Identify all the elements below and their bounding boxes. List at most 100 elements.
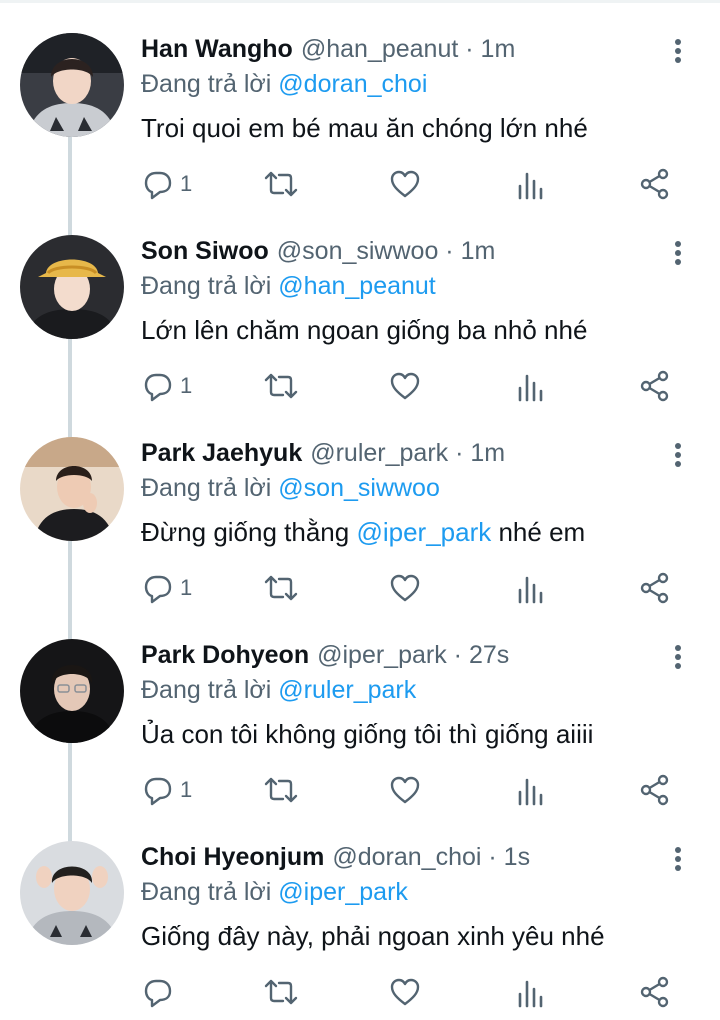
mention-link[interactable]: @son_siwwoo (278, 474, 440, 502)
like-button[interactable] (389, 772, 421, 808)
avatar[interactable] (20, 33, 124, 137)
reply-count: 1 (180, 575, 193, 600)
reply-icon (144, 979, 172, 1008)
reply-button[interactable]: 1 (142, 570, 192, 606)
display-name[interactable]: Park Dohyeon @iper_park · 27s (141, 641, 509, 670)
more-icon[interactable] (664, 37, 692, 65)
reply-icon (144, 575, 172, 604)
avatar[interactable] (20, 639, 124, 743)
display-name[interactable]: Choi Hyeonjum @doran_choi · 1s (141, 843, 530, 872)
more-icon[interactable] (664, 239, 692, 267)
handle-time: @son_siwwoo · 1m (276, 237, 496, 265)
share-icon (640, 370, 669, 402)
retweet-icon (264, 171, 298, 197)
replying-to: Đang trả lời @doran_choi (141, 70, 428, 98)
tweet[interactable]: Son Siwoo @son_siwwoo · 1m Đang trả lời @… (0, 202, 720, 404)
reply-icon (144, 171, 172, 200)
reply-count: 1 (180, 171, 193, 196)
share-icon (640, 168, 669, 200)
like-button[interactable] (389, 974, 421, 1010)
action-bar: 1 (0, 772, 720, 808)
avatar[interactable] (20, 235, 124, 339)
mention-link[interactable]: @iper_park (278, 878, 408, 906)
retweet-button[interactable] (263, 368, 299, 404)
action-bar: 1 (0, 166, 720, 202)
tweet-text: Ủa con tôi không giống tôi thì giống aii… (141, 719, 594, 749)
views-icon (518, 172, 543, 200)
reply-count: 1 (180, 373, 193, 398)
tweet[interactable]: Han Wangho @han_peanut · 1m Đang trả lời … (0, 0, 720, 202)
display-name[interactable]: Han Wangho @han_peanut · 1m (141, 35, 515, 64)
share-button[interactable] (639, 772, 671, 808)
views-button[interactable] (516, 166, 546, 202)
more-icon[interactable] (664, 643, 692, 671)
tweet-text: Đừng giống thằng @iper_park nhé em (141, 517, 586, 547)
more-icon[interactable] (664, 441, 692, 469)
tweet-text: Lớn lên chăm ngoan giống ba nhỏ nhé (141, 315, 588, 345)
action-bar: 1 (0, 570, 720, 606)
views-icon (518, 374, 543, 402)
tweet-text: Giống đây này, phải ngoan xinh yêu nhé (141, 921, 605, 951)
retweet-button[interactable] (263, 974, 299, 1010)
avatar[interactable] (20, 437, 124, 541)
replying-to: Đang trả lời @han_peanut (141, 272, 436, 300)
share-icon (640, 572, 669, 604)
retweet-icon (264, 979, 298, 1005)
retweet-button[interactable] (263, 166, 299, 202)
share-button[interactable] (639, 974, 671, 1010)
reply-button[interactable]: 1 (142, 166, 192, 202)
reply-button[interactable]: 1 (142, 368, 192, 404)
views-button[interactable] (516, 772, 546, 808)
like-icon (390, 574, 420, 602)
mention-link[interactable]: @iper_park (356, 517, 491, 547)
share-icon (640, 976, 669, 1008)
tweet[interactable]: Choi Hyeonjum @doran_choi · 1s Đang trả l… (0, 808, 720, 1010)
share-icon (640, 774, 669, 806)
replying-to: Đang trả lời @son_siwwoo (141, 474, 440, 502)
share-button[interactable] (639, 166, 671, 202)
like-icon (390, 978, 420, 1006)
avatar[interactable] (20, 841, 124, 945)
views-icon (518, 980, 543, 1008)
tweet[interactable]: Park Jaehyuk @ruler_park · 1m Đang trả lờ… (0, 404, 720, 606)
handle-time: @doran_choi · 1s (332, 843, 531, 871)
replying-to: Đang trả lời @iper_park (141, 878, 408, 906)
retweet-icon (264, 575, 298, 601)
retweet-button[interactable] (263, 570, 299, 606)
like-button[interactable] (389, 570, 421, 606)
display-name[interactable]: Park Jaehyuk @ruler_park · 1m (141, 439, 505, 468)
tweet[interactable]: Park Dohyeon @iper_park · 27s Đang trả lờ… (0, 606, 720, 808)
mention-link[interactable]: @han_peanut (278, 272, 435, 300)
handle-time: @iper_park · 27s (317, 641, 510, 669)
handle-time: @han_peanut · 1m (300, 35, 516, 63)
reply-icon (144, 373, 172, 402)
mention-link[interactable]: @doran_choi (278, 70, 427, 98)
action-bar (0, 974, 720, 1010)
like-button[interactable] (389, 166, 421, 202)
reply-icon (144, 777, 172, 806)
reply-count: 1 (180, 777, 193, 802)
retweet-icon (264, 373, 298, 399)
more-icon[interactable] (664, 845, 692, 873)
retweet-icon (264, 777, 298, 803)
share-button[interactable] (639, 368, 671, 404)
views-icon (518, 778, 543, 806)
reply-button[interactable]: 1 (142, 772, 192, 808)
like-icon (390, 170, 420, 198)
reply-button[interactable] (142, 974, 180, 1010)
mention-link[interactable]: @ruler_park (278, 676, 416, 704)
display-name[interactable]: Son Siwoo @son_siwwoo · 1m (141, 237, 495, 266)
retweet-button[interactable] (263, 772, 299, 808)
like-icon (390, 372, 420, 400)
views-button[interactable] (516, 368, 546, 404)
like-button[interactable] (389, 368, 421, 404)
views-button[interactable] (516, 974, 546, 1010)
share-button[interactable] (639, 570, 671, 606)
like-icon (390, 776, 420, 804)
replying-to: Đang trả lời @ruler_park (141, 676, 417, 704)
views-button[interactable] (516, 570, 546, 606)
tweet-text: Troi quoi em bé mau ăn chóng lớn nhé (141, 113, 588, 143)
handle-time: @ruler_park · 1m (310, 439, 506, 467)
action-bar: 1 (0, 368, 720, 404)
views-icon (518, 576, 543, 604)
